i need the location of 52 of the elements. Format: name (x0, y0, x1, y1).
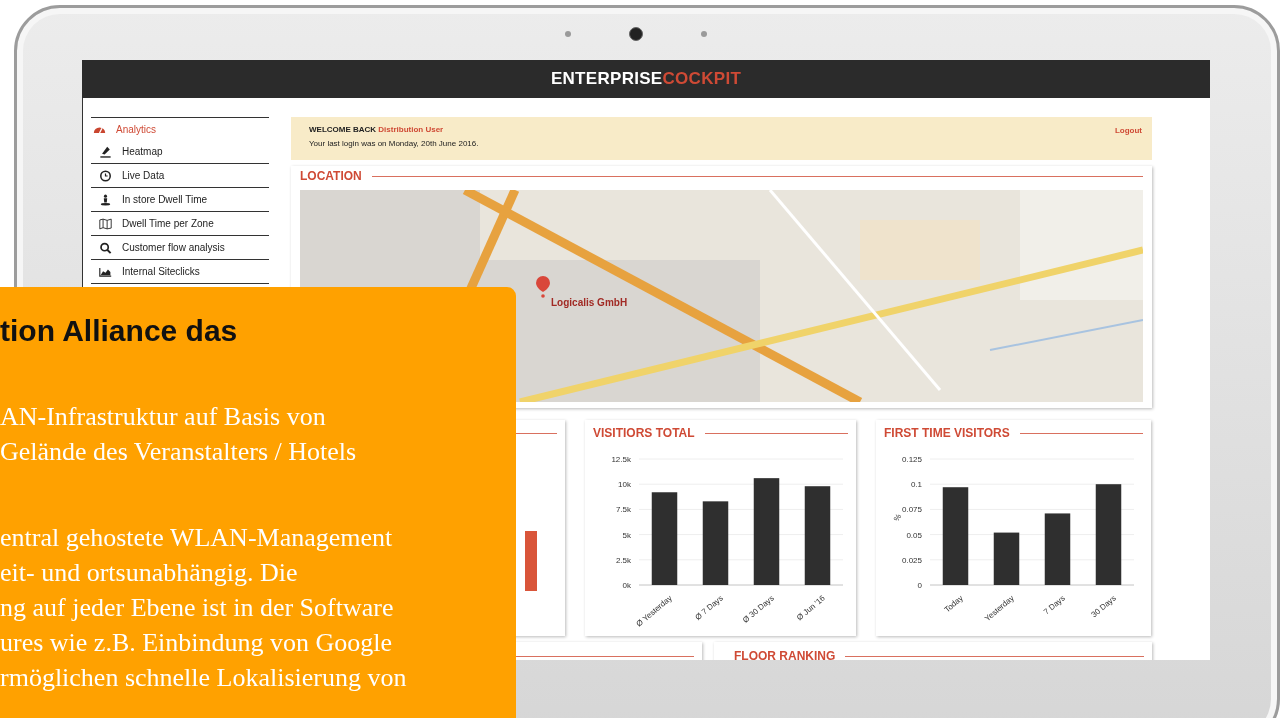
panel-heading: tion Alliance das (0, 313, 239, 349)
axis-tick-label: 12.5k (611, 455, 631, 464)
sensor-dot (701, 31, 707, 37)
search-icon (99, 241, 112, 254)
paragraph-line: Gelände des Veranstalters / Hotels (0, 436, 357, 468)
paragraph-line: AN-Infrastruktur auf Basis von (0, 401, 326, 433)
sidebar-item[interactable]: Live Data (91, 164, 269, 188)
bar (993, 532, 1020, 585)
section-label: Analytics (116, 123, 156, 135)
section-title: FLOOR RANKING (734, 649, 836, 660)
app-logo: ENTERPRISECOCKPIT (550, 69, 742, 89)
section-title: LOCATION (300, 169, 362, 183)
logout-link[interactable]: Logout (1114, 126, 1142, 135)
area-chart-icon (99, 265, 112, 278)
sidebar-item[interactable]: Dwell Time per Zone (91, 212, 269, 236)
paragraph-line: ng auf jeder Ebene ist in der Software (0, 592, 394, 624)
welcome-text: WELCOME BACK Distribution User (309, 125, 445, 134)
axis-tick-label: 0.05 (906, 530, 922, 540)
sensor-dot (565, 31, 571, 37)
axis-tick-label: Ø Jun '16 (794, 593, 827, 623)
paragraph-line: eit- und ortsunabhängig. Die (0, 557, 298, 589)
bar-drawing (525, 531, 537, 591)
axis-label: % (891, 512, 904, 523)
map-icon (99, 217, 112, 230)
axis-tick-label: 10k (618, 480, 631, 490)
paragraph-line: entral gehostete WLAN-Management (0, 522, 393, 554)
axis-tick-label: 0.125 (901, 455, 922, 464)
clock-icon (99, 169, 112, 182)
map-marker-label: Logicalis GmbH (551, 297, 628, 308)
axis-tick-label: 2.5k (615, 555, 631, 565)
sidebar-item[interactable]: Internal Siteclicks (91, 260, 269, 284)
axis-tick-label: 5k (622, 530, 631, 540)
axis-tick-label: 0 (917, 581, 922, 590)
axis-tick-label: 0.1 (910, 480, 922, 490)
paragraph-line: rmöglichen schnelle Lokalisierung von (0, 662, 407, 694)
person-icon (99, 193, 112, 206)
paragraph-line: ures wie z.B. Einbindung von Google (0, 627, 393, 659)
axis-tick-label: 7.5k (615, 505, 631, 515)
axis-tick-label: 0.075 (901, 505, 922, 515)
axis-tick-label: 0.025 (901, 555, 922, 565)
bar (1044, 513, 1071, 585)
sidebar-item[interactable]: Customer flow analysis (91, 236, 269, 260)
sidebar-section-item[interactable]: Analytics (91, 118, 269, 140)
map-pin-icon (536, 276, 550, 298)
axis-tick-label: 0k (622, 581, 631, 590)
chart-title: FIRST TIME VISITORS (884, 426, 1010, 440)
sidebar-item[interactable]: Heatmap (91, 140, 269, 164)
chart-title: VISITIORS TOTAL (593, 426, 695, 440)
brush-icon (99, 145, 112, 158)
camera-icon (629, 27, 643, 41)
sidebar-item[interactable]: In store Dwell Time (91, 188, 269, 212)
last-login-text: Your last login was on Monday, 20th June 2016. (309, 139, 479, 148)
